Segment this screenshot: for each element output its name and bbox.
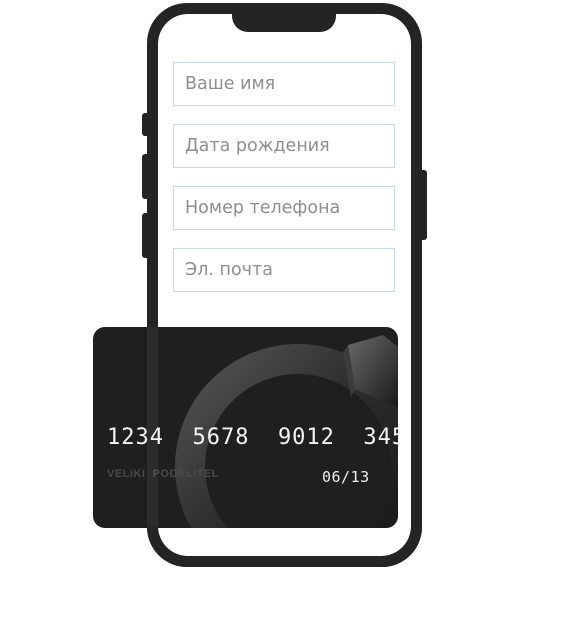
name-field[interactable]: [173, 62, 395, 106]
bank-card: 1234 5678 9012 3456 VELIKI PODELITEL 06/…: [93, 327, 398, 528]
phone-input[interactable]: [185, 198, 383, 218]
birthdate-field[interactable]: [173, 124, 395, 168]
phone-notch: [232, 3, 336, 32]
birthdate-input[interactable]: [185, 136, 383, 156]
phone-frame-overlay: [147, 327, 158, 528]
email-field[interactable]: [173, 248, 395, 292]
phone-field[interactable]: [173, 186, 395, 230]
phone-frame-bottom: [147, 527, 422, 567]
card-expiry: 06/13: [322, 468, 370, 486]
phone-card-illustration: 1234 5678 9012 3456 VELIKI PODELITEL 06/…: [0, 0, 568, 626]
name-input[interactable]: [185, 74, 383, 94]
email-input[interactable]: [185, 260, 383, 280]
card-holder-name: VELIKI PODELITEL: [107, 468, 219, 480]
